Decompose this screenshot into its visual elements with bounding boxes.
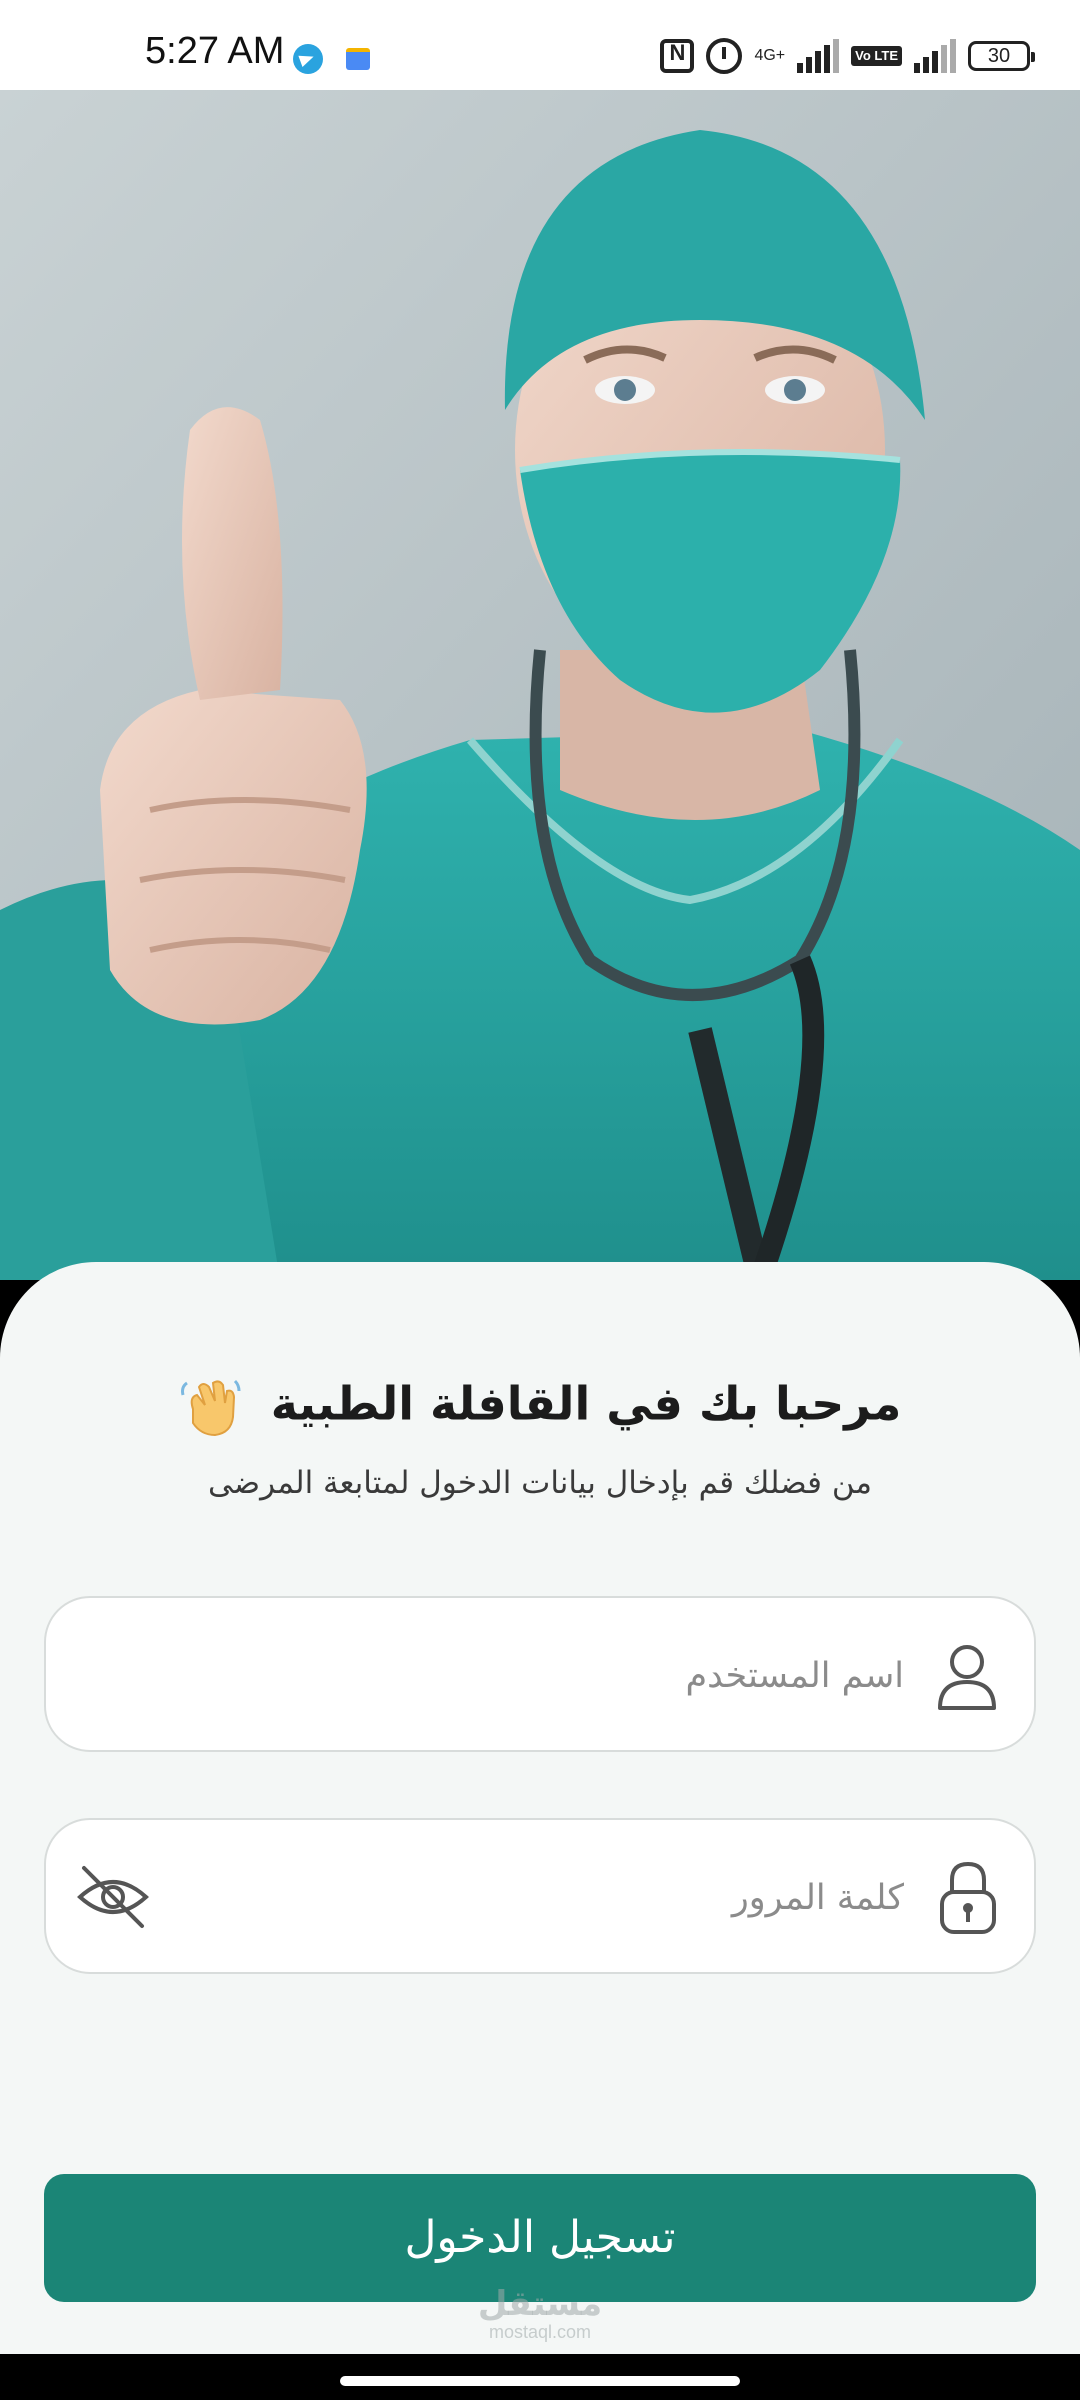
password-input[interactable] [166, 1860, 904, 1936]
signal-icon [797, 39, 840, 73]
username-field[interactable] [44, 1596, 1036, 1752]
status-icons: 4G+ Vo LTE 30 [660, 38, 1035, 74]
nfc-icon [660, 39, 695, 73]
watermark-text: مستقل [477, 2284, 603, 2324]
login-button[interactable]: تسجيل الدخول [44, 2174, 1036, 2302]
doctor-illustration [0, 90, 1080, 1280]
watermark-sub: mostaql.com [488, 2322, 592, 2342]
person-icon [938, 1645, 996, 1710]
password-field[interactable] [44, 1818, 1036, 1974]
welcome-title: مرحبا بك في القافلة الطبية [0, 1375, 1080, 1439]
home-gesture-handle[interactable] [340, 2376, 740, 2386]
alarm-icon [706, 38, 743, 74]
telegram-icon [293, 44, 323, 74]
google-news-icon [346, 48, 370, 70]
network-type-label: 4G+ [754, 47, 786, 64]
watermark: مستقل mostaql.com [0, 2286, 1080, 2342]
signal-icon-2 [914, 39, 956, 73]
status-bar: 5:27 AM 4G+ Vo LTE 30 [0, 0, 1080, 90]
volte-badge: Vo LTE [851, 46, 902, 66]
eye-off-icon[interactable] [76, 1862, 150, 1932]
lock-icon [940, 1861, 996, 1934]
status-time: 5:27 AM [145, 30, 285, 72]
subtitle: من فضلك قم بإدخال بيانات الدخول لمتابعة … [207, 1465, 873, 1501]
navigation-bar [0, 2354, 1080, 2400]
welcome-title-text: مرحبا بك في القافلة الطبية [270, 1376, 902, 1431]
username-input[interactable] [166, 1638, 904, 1714]
battery-icon: 30 [968, 41, 1035, 71]
wave-hand-icon [180, 1379, 241, 1437]
doctor-photo [0, 90, 1080, 1280]
